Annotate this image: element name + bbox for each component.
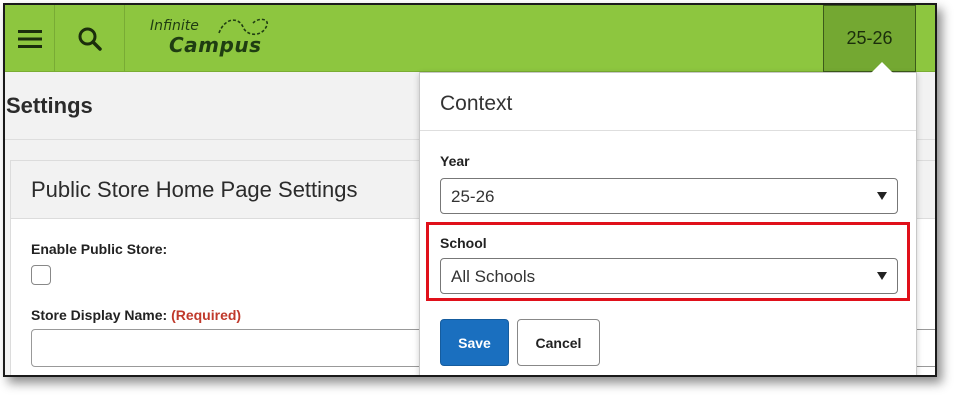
hamburger-menu-icon (17, 29, 42, 48)
panel-pointer-arrow (871, 62, 893, 73)
dropdown-caret-icon (877, 192, 887, 200)
search-icon (78, 27, 102, 51)
school-field-highlight (426, 222, 910, 301)
year-select[interactable]: 25-26 (440, 178, 898, 214)
enable-store-label: Enable Public Store: (31, 241, 168, 257)
display-name-label-row: Store Display Name: (Required) (31, 307, 241, 323)
context-panel-title: Context (440, 92, 513, 115)
section-title: Public Store Home Page Settings (31, 177, 358, 202)
context-year-button[interactable]: 25-26 (823, 5, 916, 72)
enable-store-checkbox[interactable] (31, 265, 51, 285)
year-select-value: 25-26 (451, 187, 495, 206)
context-panel-header: Context (420, 73, 916, 131)
year-label: Year (440, 153, 470, 169)
menu-button[interactable] (5, 5, 55, 72)
search-button[interactable] (55, 5, 125, 72)
save-button[interactable]: Save (440, 319, 509, 366)
page-title: Settings (6, 93, 93, 118)
display-name-label: Store Display Name: (31, 307, 168, 323)
infinite-campus-logo[interactable]: Infinite Campus (145, 13, 270, 63)
logo-text-top: Infinite (150, 18, 199, 34)
cancel-button[interactable]: Cancel (517, 319, 600, 366)
top-navigation-bar: Infinite Campus 25-26 (5, 5, 935, 72)
logo-swirl-icon (218, 18, 269, 36)
required-indicator: (Required) (171, 307, 242, 323)
app-window: Infinite Campus 25-26 Settings Public St… (3, 3, 937, 377)
